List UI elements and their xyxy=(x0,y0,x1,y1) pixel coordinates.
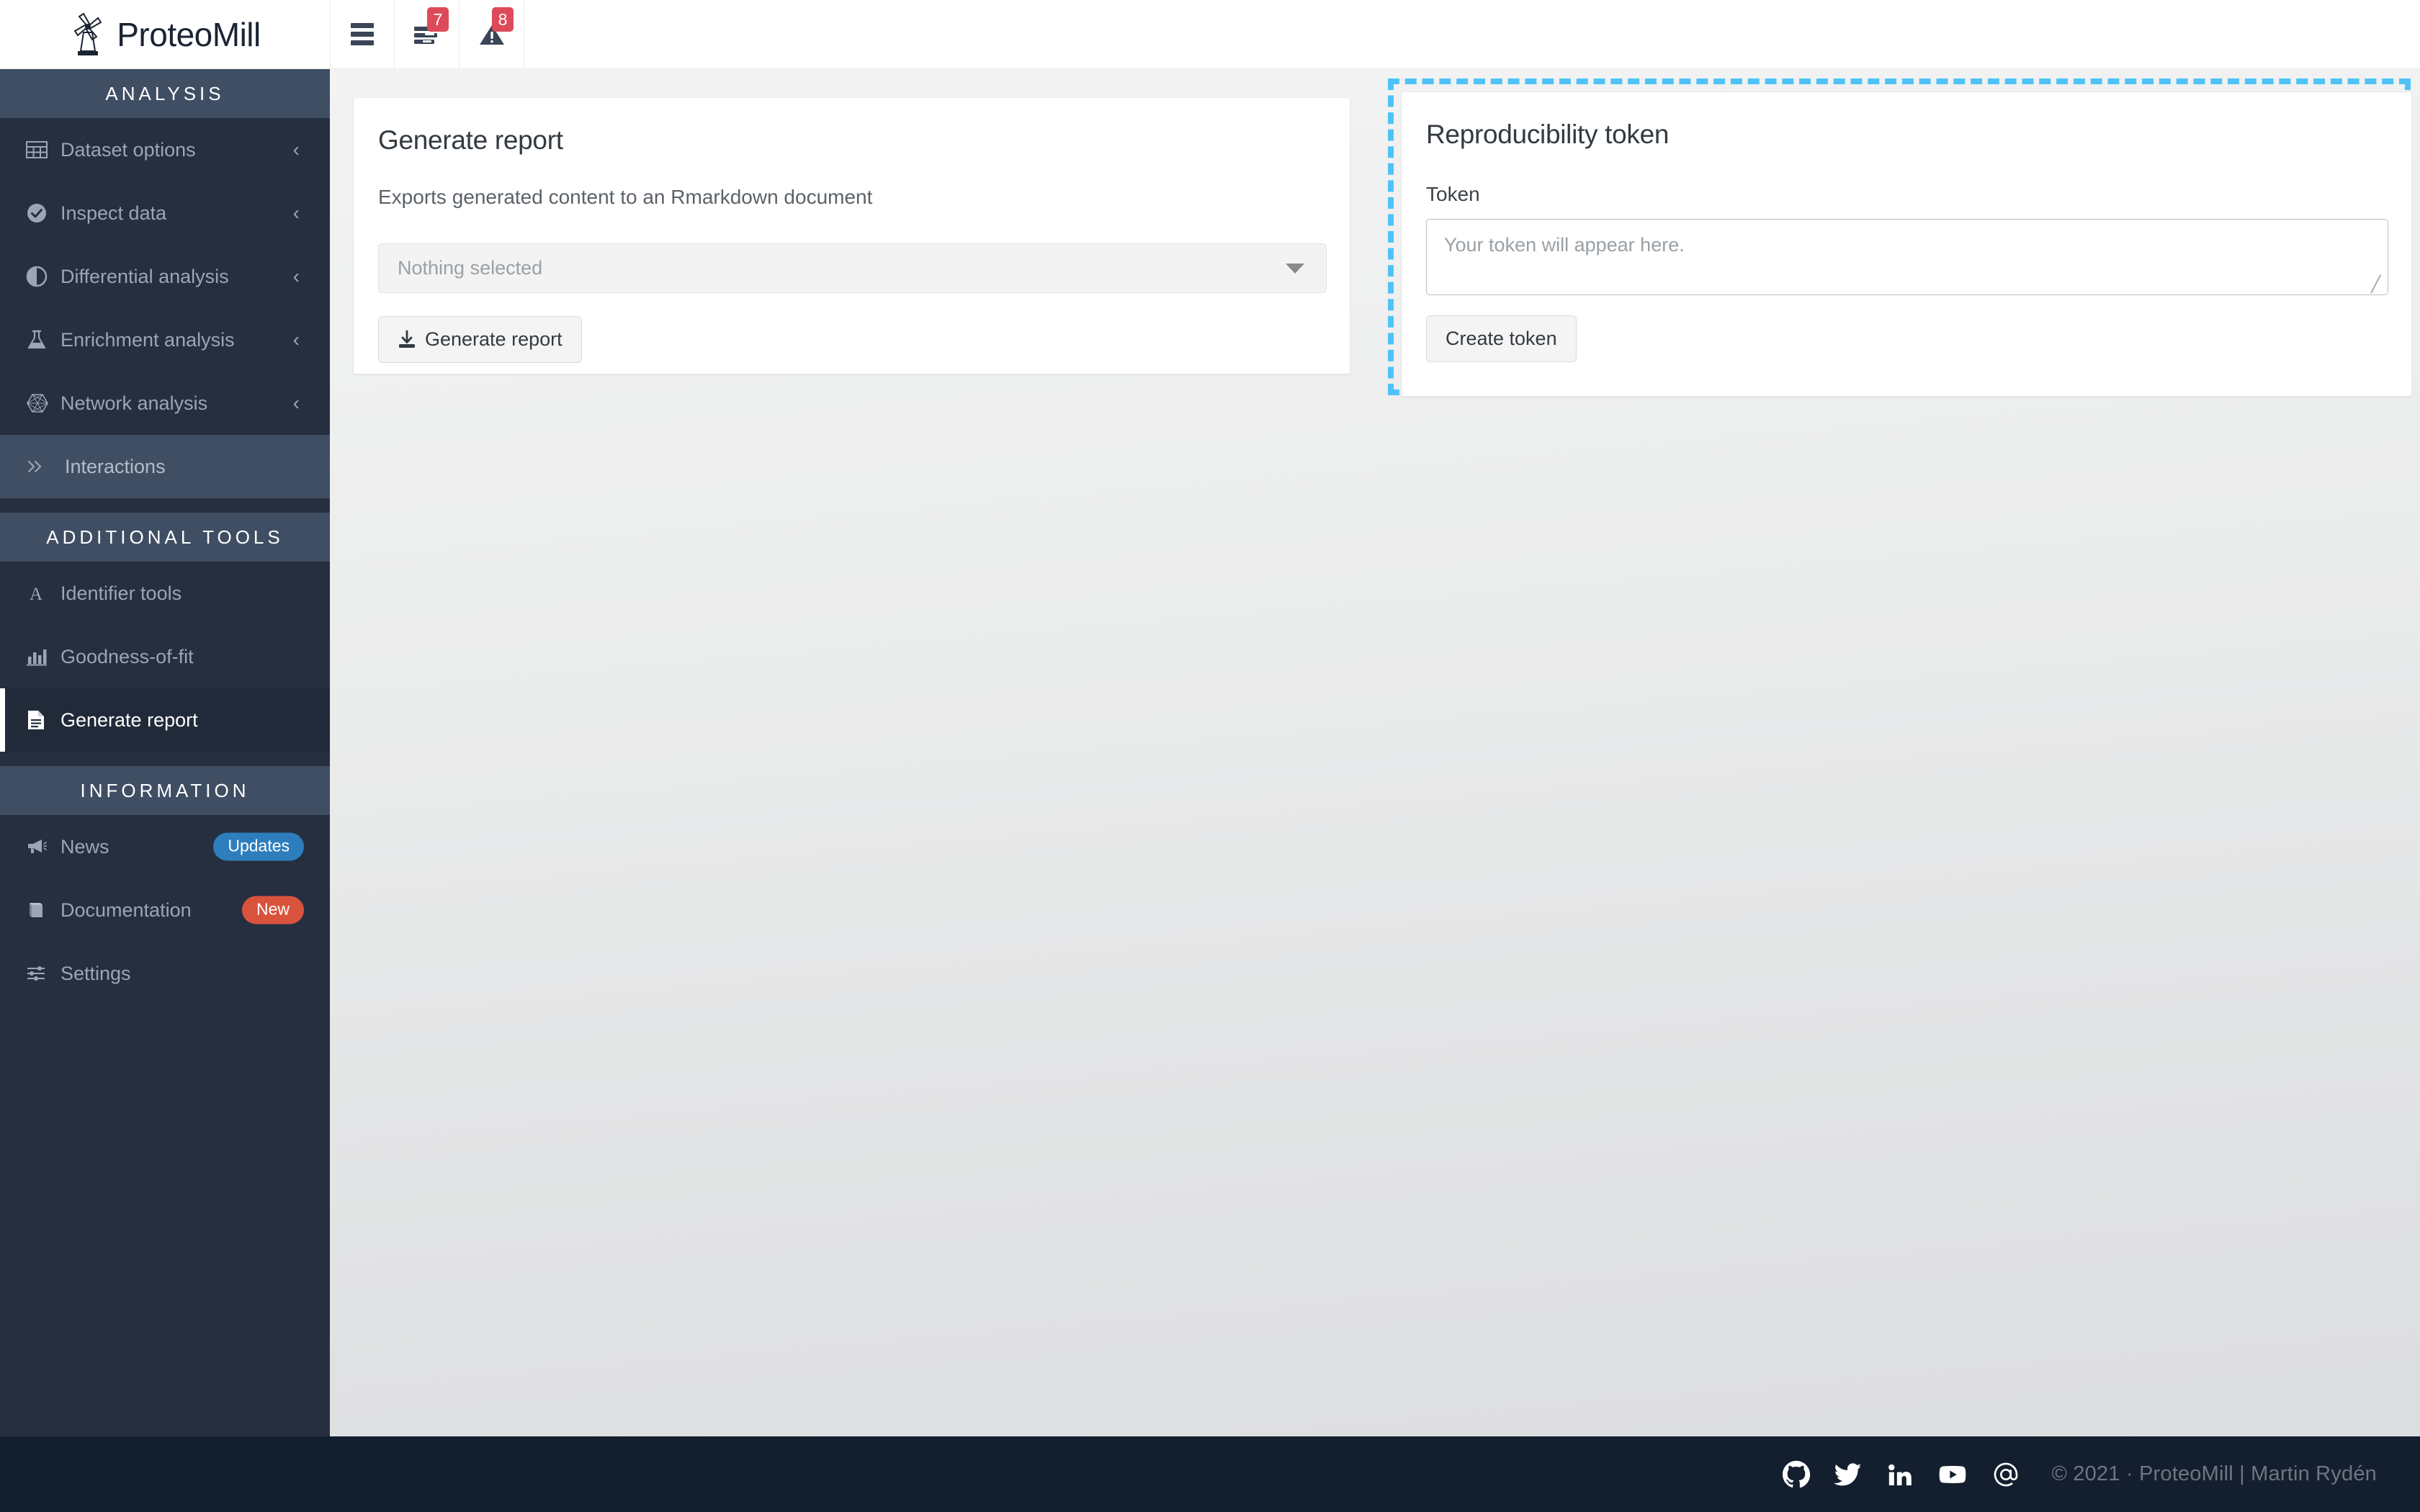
top-header-bar: ProteoMill 7 8 xyxy=(0,0,2420,69)
caret-down-icon xyxy=(1286,263,1304,274)
github-icon[interactable] xyxy=(1782,1460,1811,1489)
sidebar-spacer xyxy=(0,498,330,513)
sidebar-item-label: Enrichment analysis xyxy=(60,328,235,351)
resize-handle-icon[interactable]: ╱ xyxy=(2371,276,2384,292)
report-select-value: Nothing selected xyxy=(398,257,543,279)
chevron-left-icon: ‹ xyxy=(292,202,300,224)
token-card-title: Reproducibility token xyxy=(1426,120,1670,149)
warnings-button[interactable]: 8 xyxy=(460,0,524,68)
sidebar-item-interactions[interactable]: Interactions xyxy=(0,435,330,498)
tasks-badge: 7 xyxy=(427,7,449,32)
bar-chart-icon xyxy=(26,647,58,667)
generate-report-button-label: Generate report xyxy=(425,328,563,350)
table-icon xyxy=(26,140,58,160)
font-letter-a-icon: A xyxy=(26,583,58,603)
page-footer: © 2021 · ProteoMill | Martin Rydén xyxy=(0,1436,2420,1512)
create-token-button-label: Create token xyxy=(1446,328,1557,349)
youtube-icon[interactable] xyxy=(1937,1460,1968,1489)
main-content-area: Generate report Exports generated conten… xyxy=(330,69,2420,1436)
sidebar-item-documentation[interactable]: Documentation New xyxy=(0,878,330,942)
page-title: Generate report xyxy=(378,125,563,155)
document-lines-icon xyxy=(26,709,58,731)
sidebar-item-label: Settings xyxy=(60,962,131,984)
token-placeholder: Your token will appear here. xyxy=(1444,234,1685,256)
check-circle-icon xyxy=(26,202,58,224)
hamburger-menu-icon xyxy=(351,19,374,49)
copyright-text: © 2021 · ProteoMill | Martin Rydén xyxy=(2051,1462,2377,1485)
sidebar-spacer xyxy=(0,752,330,766)
sidebar-item-network-analysis[interactable]: Network analysis ‹ xyxy=(0,372,330,435)
sidebar-toggle-button[interactable] xyxy=(330,0,395,68)
download-icon xyxy=(399,330,415,348)
sidebar-item-label: Generate report xyxy=(60,708,198,731)
token-textarea[interactable]: Your token will appear here. ╱ xyxy=(1426,219,2388,295)
sidebar-item-label: Interactions xyxy=(65,455,166,477)
sidebar-item-label: Differential analysis xyxy=(60,265,229,287)
reproducibility-token-highlight: Reproducibility token Token Your token w… xyxy=(1388,78,2412,397)
sidebar-item-label: Identifier tools xyxy=(60,582,182,604)
status-badge-new: New xyxy=(241,896,304,924)
token-field-label: Token xyxy=(1426,183,1480,205)
flask-icon xyxy=(26,329,58,351)
generate-report-card: Generate report Exports generated conten… xyxy=(353,97,1350,374)
sidebar-item-identifier-tools[interactable]: A Identifier tools xyxy=(0,562,330,625)
chevron-left-icon: ‹ xyxy=(292,328,300,351)
sliders-icon xyxy=(26,964,58,983)
megaphone-icon xyxy=(26,837,58,856)
network-hexagon-icon xyxy=(26,392,58,414)
warnings-badge: 8 xyxy=(492,7,514,32)
sidebar-section-information-header: INFORMATION xyxy=(0,766,330,815)
sidebar-item-dataset-options[interactable]: Dataset options ‹ xyxy=(0,118,330,181)
sidebar-section-analysis-header: ANALYSIS xyxy=(0,69,330,118)
half-circle-icon xyxy=(26,266,58,287)
generate-report-button[interactable]: Generate report xyxy=(378,316,582,363)
chevron-left-icon: ‹ xyxy=(292,265,300,287)
brand-name: ProteoMill xyxy=(117,15,261,53)
sidebar-item-label: News xyxy=(60,835,109,858)
sidebar-item-label: Documentation xyxy=(60,899,192,921)
sidebar-section-additional-tools-header: ADDITIONAL TOOLS xyxy=(0,513,330,562)
sidebar-item-enrichment-analysis[interactable]: Enrichment analysis ‹ xyxy=(0,308,330,372)
sidebar-item-differential-analysis[interactable]: Differential analysis ‹ xyxy=(0,245,330,308)
sidebar-item-goodness-of-fit[interactable]: Goodness-of-fit xyxy=(0,625,330,688)
report-content-select[interactable]: Nothing selected xyxy=(378,243,1327,293)
twitter-icon[interactable] xyxy=(1834,1460,1863,1489)
linkedin-icon[interactable] xyxy=(1886,1460,1914,1489)
tasks-button[interactable]: 7 xyxy=(395,0,460,68)
sidebar-item-generate-report[interactable]: Generate report xyxy=(0,688,330,752)
sidebar-item-inspect-data[interactable]: Inspect data ‹ xyxy=(0,181,330,245)
sidebar-item-label: Dataset options xyxy=(60,138,196,161)
double-chevron-right-icon xyxy=(26,459,58,474)
report-description: Exports generated content to an Rmarkdow… xyxy=(378,186,873,208)
sidebar-item-label: Goodness-of-fit xyxy=(60,645,194,667)
sidebar-item-label: Inspect data xyxy=(60,202,167,224)
sidebar-navigation: ANALYSIS Dataset options ‹ Inspect data … xyxy=(0,69,330,1436)
header-actions: 7 8 xyxy=(330,0,2420,69)
status-badge-updates: Updates xyxy=(213,832,304,861)
book-icon xyxy=(26,900,58,920)
sidebar-item-label: Network analysis xyxy=(60,392,208,414)
sidebar-item-news[interactable]: News Updates xyxy=(0,815,330,878)
chevron-left-icon: ‹ xyxy=(292,138,300,161)
svg-text:A: A xyxy=(30,585,42,603)
chevron-left-icon: ‹ xyxy=(292,392,300,414)
reproducibility-token-card: Reproducibility token Token Your token w… xyxy=(1401,91,2412,397)
create-token-button[interactable]: Create token xyxy=(1426,315,1577,362)
sidebar-item-settings[interactable]: Settings xyxy=(0,942,330,1005)
windmill-icon xyxy=(73,12,102,55)
email-at-icon[interactable] xyxy=(1991,1460,2021,1489)
social-links xyxy=(1782,1460,2021,1489)
brand-logo-area[interactable]: ProteoMill xyxy=(0,0,330,69)
